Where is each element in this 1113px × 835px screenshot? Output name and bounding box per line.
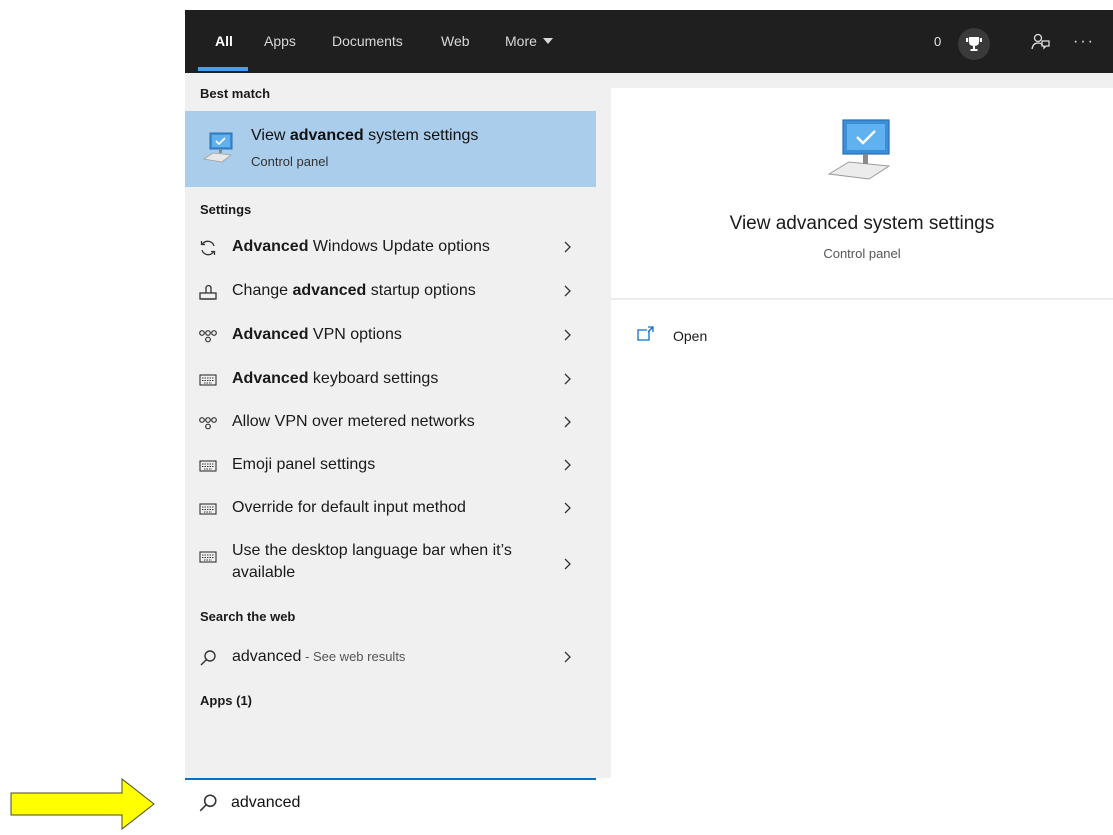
keyboard-icon xyxy=(197,369,219,391)
section-search-web: Search the web xyxy=(200,609,296,624)
active-tab-indicator xyxy=(198,67,248,71)
tab-more-label: More xyxy=(505,33,537,49)
settings-item-keyboard-settings[interactable]: Advanced keyboard settings xyxy=(185,358,596,401)
chevron-right-icon xyxy=(560,281,576,301)
keyboard-icon xyxy=(197,546,219,568)
settings-item-label: Change advanced startup options xyxy=(232,282,476,299)
preview-subtitle: Control panel xyxy=(823,246,901,261)
chevron-right-icon xyxy=(560,412,576,432)
search-input[interactable] xyxy=(231,791,571,815)
startup-icon xyxy=(197,281,219,303)
chevron-right-icon xyxy=(560,498,576,518)
section-best-match: Best match xyxy=(200,86,271,101)
tab-web[interactable]: Web xyxy=(441,10,470,73)
settings-item-vpn-options[interactable]: Advanced VPN options xyxy=(185,314,596,357)
best-match-result[interactable]: View advanced system settings Control pa… xyxy=(185,111,596,187)
settings-item-emoji-panel[interactable]: Emoji panel settings xyxy=(185,444,596,487)
web-result-label: advanced - See web results xyxy=(232,648,406,665)
web-search-result[interactable]: advanced - See web results xyxy=(185,636,596,679)
open-external-icon xyxy=(637,325,655,347)
rewards-points: 0 xyxy=(934,34,942,49)
chevron-right-icon xyxy=(560,554,576,574)
best-match-subtitle: Control panel xyxy=(251,154,329,169)
open-action[interactable]: Open xyxy=(637,324,707,348)
feedback-icon[interactable] xyxy=(1028,30,1052,54)
section-settings: Settings xyxy=(200,202,252,217)
more-options-icon[interactable]: ··· xyxy=(1072,30,1096,54)
tab-more[interactable]: More xyxy=(505,10,553,73)
vpn-icon xyxy=(197,412,219,434)
chevron-right-icon xyxy=(560,237,576,257)
best-match-title: View advanced system settings xyxy=(251,127,479,144)
search-scope-bar: All Apps Documents Web More 0 ··· xyxy=(185,10,1113,73)
keyboard-icon xyxy=(197,455,219,477)
trophy-icon[interactable] xyxy=(958,28,990,60)
settings-item-vpn-metered[interactable]: Allow VPN over metered networks xyxy=(185,401,596,444)
chevron-right-icon xyxy=(560,369,576,389)
tab-all[interactable]: All xyxy=(215,10,233,73)
yellow-arrow-icon xyxy=(10,777,156,835)
settings-item-label: Emoji panel settings xyxy=(232,456,376,473)
settings-item-label: Advanced keyboard settings xyxy=(232,370,439,387)
settings-item-label: Allow VPN over metered networks xyxy=(232,413,475,430)
computer-monitor-icon xyxy=(201,129,237,170)
chevron-right-icon xyxy=(560,455,576,475)
results-panel: Best match View advanced system settings… xyxy=(185,73,596,778)
settings-item-label: Advanced Windows Update options xyxy=(232,238,490,255)
settings-item-label: Use the desktop language bar when it’s a… xyxy=(232,542,512,581)
preview-pane: View advanced system settings Control pa… xyxy=(611,88,1113,778)
search-icon xyxy=(198,793,218,818)
tab-apps[interactable]: Apps xyxy=(264,10,296,73)
search-icon xyxy=(197,647,219,669)
chevron-right-icon xyxy=(560,325,576,345)
chevron-right-icon xyxy=(560,647,576,667)
preview-title: View advanced system settings xyxy=(729,213,995,234)
settings-item-input-method[interactable]: Override for default input method xyxy=(185,487,596,530)
caret-down-icon xyxy=(542,38,553,44)
computer-monitor-icon xyxy=(825,116,897,187)
keyboard-icon xyxy=(197,498,219,520)
settings-item-label: Advanced VPN options xyxy=(232,326,402,343)
section-apps[interactable]: Apps (1) xyxy=(200,693,252,708)
vpn-icon xyxy=(197,325,219,347)
settings-item-startup-options[interactable]: Change advanced startup options xyxy=(185,270,596,313)
tab-documents[interactable]: Documents xyxy=(332,10,403,73)
settings-item-language-bar[interactable]: Use the desktop language bar when it’s a… xyxy=(185,534,596,596)
settings-item-windows-update[interactable]: Advanced Windows Update options xyxy=(185,226,596,269)
settings-item-label: Override for default input method xyxy=(232,499,466,516)
search-box[interactable] xyxy=(185,778,596,827)
open-label: Open xyxy=(673,328,708,344)
refresh-icon xyxy=(197,237,219,259)
preview-divider xyxy=(611,298,1113,300)
